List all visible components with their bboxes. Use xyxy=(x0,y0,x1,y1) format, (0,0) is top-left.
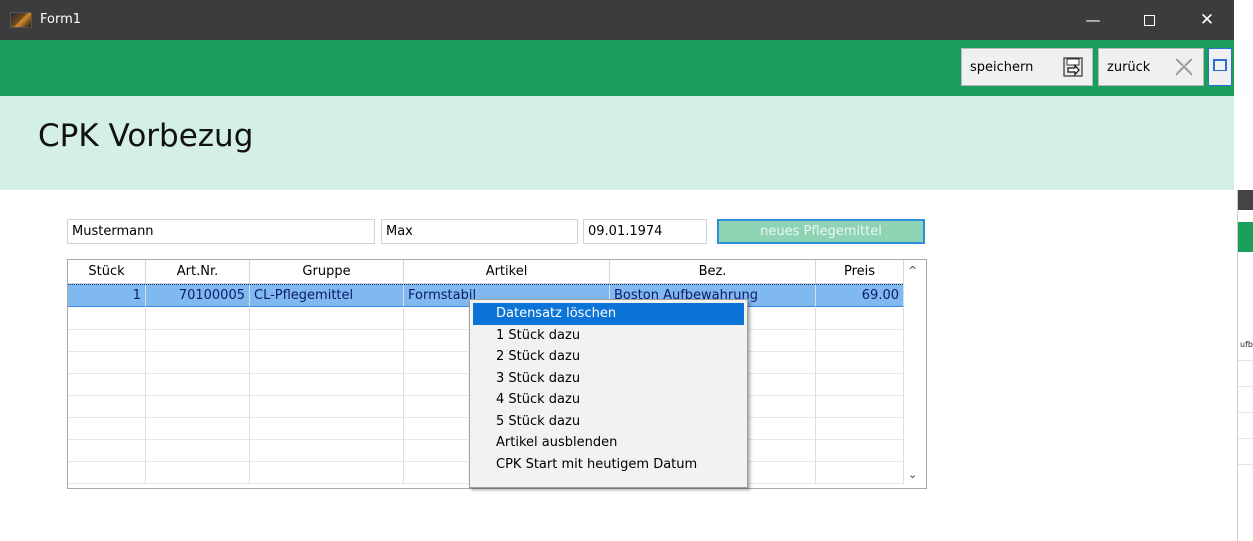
empty-cell[interactable] xyxy=(146,352,250,374)
app-icon xyxy=(10,12,32,28)
back-button-label: zurück xyxy=(1107,59,1151,75)
empty-cell[interactable] xyxy=(816,352,904,374)
birth-date-field[interactable]: 09.01.1974 xyxy=(583,219,707,244)
background-window-titlebar xyxy=(1238,190,1253,210)
empty-cell[interactable] xyxy=(146,462,250,484)
context-menu-item[interactable]: 1 Stück dazu xyxy=(470,325,747,347)
column-header-bez[interactable]: Bez. xyxy=(610,260,816,284)
last-name-field[interactable]: Mustermann xyxy=(67,219,375,244)
window-frame-icon xyxy=(1213,59,1227,71)
cancel-cross-icon xyxy=(1175,58,1193,76)
empty-cell[interactable] xyxy=(146,396,250,418)
context-menu-item[interactable]: 4 Stück dazu xyxy=(470,389,747,411)
column-header-artikel[interactable]: Artikel xyxy=(404,260,610,284)
save-button[interactable]: speichern xyxy=(961,48,1093,86)
minimize-button[interactable]: — xyxy=(1070,8,1116,32)
empty-cell[interactable] xyxy=(68,418,146,440)
scroll-down-arrow[interactable]: ⌄ xyxy=(908,468,917,481)
empty-cell[interactable] xyxy=(68,462,146,484)
empty-cell[interactable] xyxy=(250,352,404,374)
bg-line xyxy=(1238,438,1253,439)
cell-stueck[interactable]: 1 xyxy=(68,285,146,307)
context-menu: Datensatz löschen 1 Stück dazu 2 Stück daz… xyxy=(469,299,748,488)
empty-cell[interactable] xyxy=(146,418,250,440)
maximize-icon xyxy=(1143,15,1155,26)
back-button[interactable]: zurück xyxy=(1098,48,1204,86)
toolbar: speichern zurück xyxy=(0,40,1234,96)
empty-cell[interactable] xyxy=(816,396,904,418)
column-header-preis[interactable]: Preis xyxy=(816,260,904,284)
empty-cell[interactable] xyxy=(250,396,404,418)
empty-cell[interactable] xyxy=(68,396,146,418)
new-care-product-button[interactable]: neues Pflegemittel xyxy=(717,219,925,244)
background-window-toolbar xyxy=(1238,222,1253,252)
bg-line xyxy=(1238,412,1253,413)
scroll-up-arrow[interactable]: ^ xyxy=(908,264,917,277)
title-bar: Form1 — ✕ xyxy=(0,0,1234,40)
empty-cell[interactable] xyxy=(250,330,404,352)
context-menu-item[interactable]: CPK Start mit heutigem Datum xyxy=(470,454,747,476)
background-window-edge: ufb xyxy=(1237,190,1253,541)
context-menu-item[interactable]: 2 Stück dazu xyxy=(470,346,747,368)
page-title: CPK Vorbezug xyxy=(38,118,254,154)
empty-cell[interactable] xyxy=(250,308,404,330)
empty-cell[interactable] xyxy=(68,374,146,396)
empty-cell[interactable] xyxy=(250,440,404,462)
column-header-gruppe[interactable]: Gruppe xyxy=(250,260,404,284)
window-title: Form1 xyxy=(40,12,82,27)
empty-cell[interactable] xyxy=(816,418,904,440)
empty-cell[interactable] xyxy=(816,440,904,462)
save-disk-icon xyxy=(1063,57,1083,77)
cell-preis[interactable]: 69.00 xyxy=(816,285,904,307)
bg-line xyxy=(1238,360,1253,361)
bg-line xyxy=(1238,464,1253,465)
empty-cell[interactable] xyxy=(68,352,146,374)
empty-cell[interactable] xyxy=(146,440,250,462)
context-menu-item[interactable]: Artikel ausblenden xyxy=(470,432,747,454)
context-menu-item[interactable]: Datensatz löschen xyxy=(473,303,744,325)
empty-cell[interactable] xyxy=(250,418,404,440)
page-header: CPK Vorbezug xyxy=(0,96,1234,190)
first-name-field[interactable]: Max xyxy=(381,219,578,244)
context-menu-item[interactable]: 3 Stück dazu xyxy=(470,368,747,390)
empty-cell[interactable] xyxy=(816,462,904,484)
column-header-artnr[interactable]: Art.Nr. xyxy=(146,260,250,284)
column-header-stueck[interactable]: Stück xyxy=(68,260,146,284)
close-button[interactable]: ✕ xyxy=(1184,8,1230,32)
cell-gruppe[interactable]: CL-Pflegemittel xyxy=(250,285,404,307)
empty-cell[interactable] xyxy=(146,374,250,396)
save-button-label: speichern xyxy=(970,59,1034,75)
cell-artnr[interactable]: 70100005 xyxy=(146,285,250,307)
empty-cell[interactable] xyxy=(68,308,146,330)
bg-line xyxy=(1238,386,1253,387)
empty-cell[interactable] xyxy=(146,308,250,330)
minimize-form-button[interactable] xyxy=(1208,48,1232,86)
empty-cell[interactable] xyxy=(146,330,250,352)
empty-cell[interactable] xyxy=(816,330,904,352)
empty-cell[interactable] xyxy=(250,462,404,484)
context-menu-item[interactable]: 5 Stück dazu xyxy=(470,411,747,433)
empty-cell[interactable] xyxy=(816,308,904,330)
empty-cell[interactable] xyxy=(816,374,904,396)
empty-cell[interactable] xyxy=(68,440,146,462)
maximize-button[interactable] xyxy=(1126,8,1172,32)
empty-cell[interactable] xyxy=(250,374,404,396)
background-window-text: ufb xyxy=(1240,340,1253,349)
empty-cell[interactable] xyxy=(68,330,146,352)
